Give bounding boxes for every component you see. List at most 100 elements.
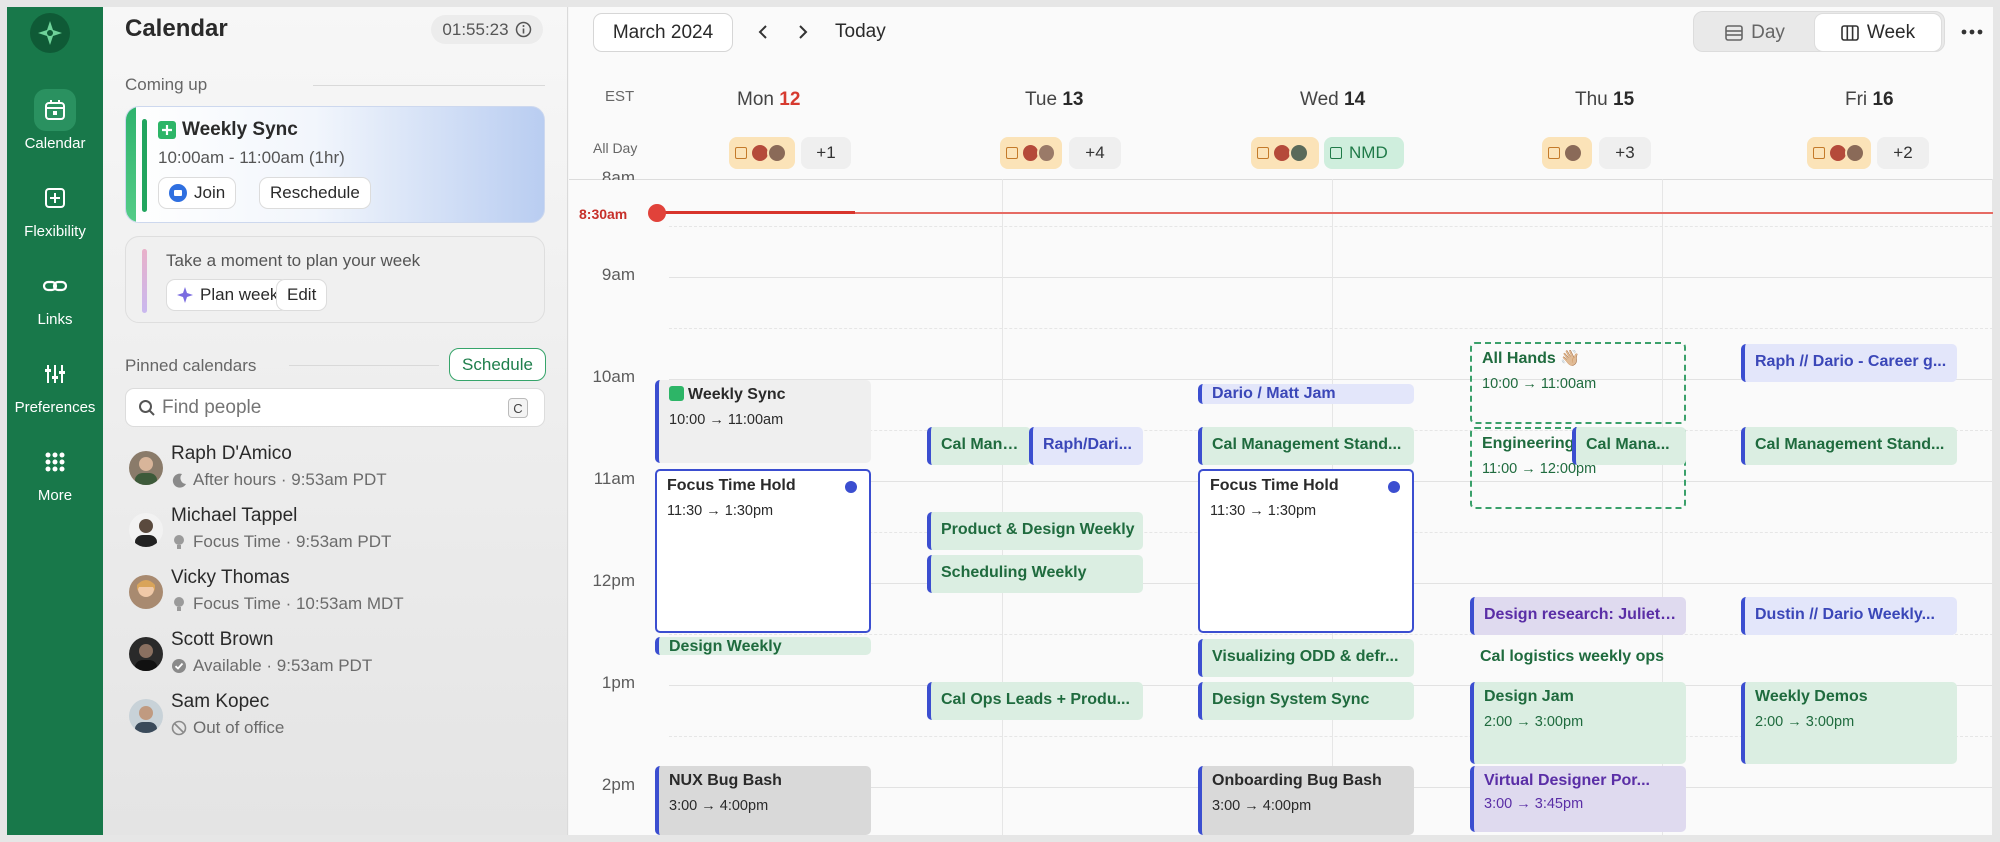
sidebar: Calendar 01:55:23 Coming up Weekly Sync … bbox=[103, 7, 568, 835]
event-weekly-demos[interactable]: Weekly Demos 2:00 → 3:00pm bbox=[1741, 682, 1957, 764]
chevron-right-icon[interactable] bbox=[793, 23, 811, 41]
rail-item-calendar[interactable]: Calendar bbox=[7, 89, 103, 152]
event-raph-dario-career[interactable]: Raph // Dario - Career g... bbox=[1741, 344, 1957, 382]
event-title: Cal Manage bbox=[941, 436, 1023, 453]
event-focus-time-hold[interactable]: Focus Time Hold 11:30 → 1:30pm bbox=[1198, 469, 1414, 633]
next-event-time: 10:00am - 11:00am (1hr) bbox=[158, 148, 345, 167]
all-day-more[interactable]: +4 bbox=[1069, 137, 1121, 169]
event-time: 3:00 → 4:00pm bbox=[1212, 798, 1312, 815]
event-cal-logistics[interactable]: Cal logistics weekly ops bbox=[1470, 639, 1686, 677]
event-title: Dario / Matt Jam bbox=[1212, 385, 1336, 402]
event-title: Onboarding Bug Bash bbox=[1212, 772, 1382, 789]
event-title: Dustin // Dario Weekly... bbox=[1755, 606, 1935, 623]
event-all-hands[interactable]: All Hands 👋🏼 10:00 → 11:00am bbox=[1470, 342, 1686, 424]
event-cal-management-standup[interactable]: Cal Management Stand... bbox=[1741, 427, 1957, 465]
hour-label: 10am bbox=[592, 367, 635, 386]
find-people-field[interactable]: C bbox=[125, 388, 545, 427]
all-day-event-nmd[interactable]: NMD bbox=[1324, 137, 1404, 169]
person-status-text: After hours · 9:53am PDT bbox=[193, 470, 387, 489]
app-logo-icon[interactable] bbox=[30, 13, 70, 53]
next-event-card[interactable]: Weekly Sync 10:00am - 11:00am (1hr) Join… bbox=[125, 106, 545, 223]
person-row[interactable]: Vicky Thomas Focus Time · 10:53am MDT bbox=[125, 565, 545, 623]
person-status: Focus Time · 10:53am MDT bbox=[171, 594, 404, 614]
chevron-left-icon[interactable] bbox=[755, 23, 773, 41]
day-header-wed[interactable]: Wed 14 bbox=[1300, 89, 1365, 111]
reschedule-button[interactable]: Reschedule bbox=[259, 177, 371, 209]
event-cal-management[interactable]: Cal Manage bbox=[927, 427, 1031, 465]
all-day-attendees[interactable] bbox=[1807, 137, 1871, 169]
rail-item-links[interactable]: Links bbox=[7, 265, 103, 328]
day-number: 13 bbox=[1062, 89, 1084, 110]
event-design-research[interactable]: Design research: Juliett... bbox=[1470, 597, 1686, 635]
all-day-label: All Day bbox=[593, 140, 638, 156]
all-day-more[interactable]: +1 bbox=[801, 137, 851, 169]
person-row[interactable]: Raph D'Amico After hours · 9:53am PDT bbox=[125, 441, 545, 499]
rail-item-flexibility[interactable]: Flexibility bbox=[7, 177, 103, 240]
event-design-weekly[interactable]: Design Weekly bbox=[655, 637, 871, 655]
event-visualizing-odd[interactable]: Visualizing ODD & defr... bbox=[1198, 639, 1414, 677]
event-time: 2:00 → 3:00pm bbox=[1484, 714, 1584, 731]
all-day-more[interactable]: +2 bbox=[1877, 137, 1929, 169]
current-time-line bbox=[655, 212, 1993, 214]
person-row[interactable]: Scott Brown Available · 9:53am PDT bbox=[125, 627, 545, 685]
join-button[interactable]: Join bbox=[158, 177, 237, 209]
person-status: Out of office bbox=[171, 718, 284, 738]
hour-label: 2pm bbox=[601, 775, 635, 794]
event-design-system-sync[interactable]: Design System Sync bbox=[1198, 682, 1414, 720]
event-weekly-sync[interactable]: Weekly Sync 10:00 → 11:00am bbox=[655, 380, 871, 463]
day-header-mon[interactable]: Mon 12 bbox=[737, 89, 800, 111]
event-dustin-dario[interactable]: Dustin // Dario Weekly... bbox=[1741, 597, 1957, 635]
all-day-more[interactable]: +3 bbox=[1599, 137, 1651, 169]
find-people-input[interactable] bbox=[162, 395, 482, 421]
event-raph-dario[interactable]: Raph/Dari... bbox=[1029, 427, 1143, 465]
all-day-attendees[interactable] bbox=[1251, 137, 1319, 169]
edit-button[interactable]: Edit bbox=[276, 279, 328, 311]
event-onboarding-bug-bash[interactable]: Onboarding Bug Bash 3:00 → 4:00pm bbox=[1198, 766, 1414, 835]
month-picker[interactable]: March 2024 bbox=[593, 13, 733, 52]
event-scheduling-weekly[interactable]: Scheduling Weekly bbox=[927, 555, 1143, 593]
timezone-label: EST bbox=[605, 88, 635, 105]
all-day-attendees[interactable] bbox=[1542, 137, 1592, 169]
more-options-icon[interactable] bbox=[1961, 29, 1983, 35]
hour-label: 11am bbox=[593, 469, 635, 488]
event-dario-matt-jam[interactable]: Dario / Matt Jam bbox=[1198, 384, 1414, 404]
event-design-jam[interactable]: Design Jam 2:00 → 3:00pm bbox=[1470, 682, 1686, 764]
event-virtual-designer[interactable]: Virtual Designer Por... 3:00 → 3:45pm bbox=[1470, 766, 1686, 832]
all-day-attendees[interactable] bbox=[1000, 137, 1062, 169]
divider bbox=[313, 85, 545, 86]
join-label: Join bbox=[194, 183, 226, 202]
event-title: Product & Design Weekly bbox=[941, 521, 1135, 538]
week-view-button[interactable]: Week bbox=[1814, 13, 1942, 52]
person-name: Scott Brown bbox=[171, 629, 274, 650]
event-cal-ops-leads[interactable]: Cal Ops Leads + Produ... bbox=[927, 682, 1143, 720]
plan-week-button[interactable]: Plan week bbox=[166, 279, 290, 311]
timer[interactable]: 01:55:23 bbox=[431, 15, 543, 44]
day-header-fri[interactable]: Fri 16 bbox=[1845, 89, 1894, 111]
bulb-icon bbox=[174, 597, 184, 611]
current-time-dot bbox=[648, 204, 666, 222]
shortcut-key: C bbox=[508, 398, 528, 418]
person-status-text: Out of office bbox=[193, 718, 285, 737]
today-button[interactable]: Today bbox=[835, 21, 886, 43]
event-focus-time-hold[interactable]: Focus Time Hold 11:30 → 1:30pm bbox=[655, 469, 871, 633]
avatar bbox=[129, 637, 163, 671]
event-product-design-weekly[interactable]: Product & Design Weekly bbox=[927, 512, 1143, 550]
calendar-small-icon bbox=[1006, 147, 1018, 159]
schedule-button[interactable]: Schedule bbox=[449, 348, 546, 381]
event-nux-bug-bash[interactable]: NUX Bug Bash 3:00 → 4:00pm bbox=[655, 766, 871, 835]
event-time: 11:30 → 1:30pm bbox=[1210, 503, 1317, 520]
day-header-tue[interactable]: Tue 13 bbox=[1025, 89, 1083, 111]
all-day-attendees[interactable] bbox=[729, 137, 795, 169]
calendar-view: March 2024 Today Day Week EST Mon 12 Tue… bbox=[569, 7, 1993, 835]
event-time: 3:00 → 4:00pm bbox=[669, 798, 769, 815]
event-time: 10:00 → 11:00am bbox=[1482, 376, 1597, 393]
rail-item-preferences[interactable]: Preferences bbox=[7, 353, 103, 416]
event-title: Cal Ops Leads + Produ... bbox=[941, 691, 1130, 708]
person-row[interactable]: Michael Tappel Focus Time · 9:53am PDT bbox=[125, 503, 545, 561]
rail-item-more[interactable]: More bbox=[7, 441, 103, 504]
event-cal-management[interactable]: Cal Mana... bbox=[1572, 427, 1686, 465]
day-header-thu[interactable]: Thu 15 bbox=[1575, 89, 1634, 111]
event-cal-management-standup[interactable]: Cal Management Stand... bbox=[1198, 427, 1414, 465]
day-view-button[interactable]: Day bbox=[1696, 13, 1814, 52]
person-row[interactable]: Sam Kopec Out of office bbox=[125, 689, 545, 747]
